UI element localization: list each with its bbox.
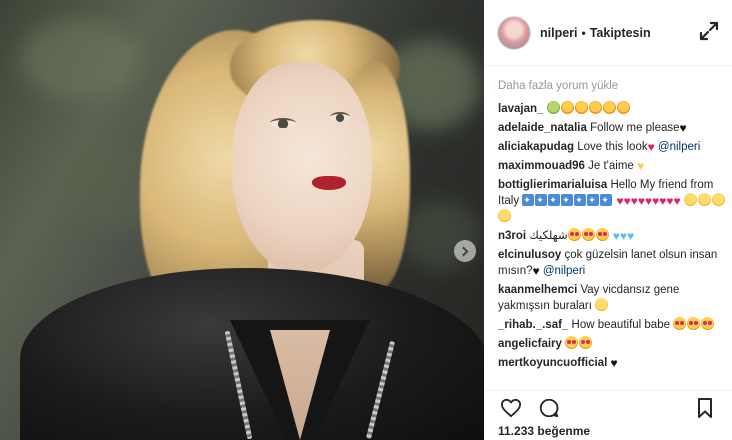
likes-count[interactable]: 11.233 beğenme: [498, 424, 590, 438]
expand-arrows-icon: [699, 21, 719, 41]
heart-eyes-emoji-icon: [565, 336, 579, 349]
italy-flag-icon: [561, 192, 574, 208]
comment-username[interactable]: angelicfairy: [498, 338, 562, 350]
comment-username[interactable]: lavajan_: [498, 103, 543, 115]
blue-heart-icon: ♥: [612, 229, 620, 243]
avatar[interactable]: [498, 16, 530, 49]
chevron-right-icon: [458, 246, 469, 256]
cat-face-emoji-icon: [588, 101, 602, 114]
nauseated-face-emoji-icon: [546, 101, 560, 114]
expand-button[interactable]: [692, 14, 726, 48]
comments-list: Daha fazla yorum yükle lavajan_ adelaide…: [498, 80, 732, 374]
italy-flag-icon: [574, 192, 587, 208]
italy-flag-icon: [535, 192, 548, 208]
comment: angelicfairy: [498, 336, 732, 352]
bookmark-icon: [698, 397, 712, 418]
red-heart-icon: ♥: [616, 194, 624, 208]
comment-mention[interactable]: @nilperi: [658, 141, 700, 153]
smiling-face-emoji-icon: [498, 209, 511, 222]
comment: adelaide_natalia Follow me please♥: [498, 120, 732, 136]
comment: n3roi شهلكيك ♥♥♥: [498, 228, 732, 244]
red-heart-icon: ♥: [630, 194, 638, 208]
comment-text: Love this look: [577, 141, 648, 153]
italy-flag-icon: [548, 192, 561, 208]
red-heart-icon: ♥: [623, 194, 631, 208]
blue-heart-icon: ♥: [627, 229, 635, 243]
heart-eyes-emoji-icon: [673, 317, 687, 330]
face: [232, 62, 372, 272]
smiling-face-emoji-icon: [683, 193, 697, 206]
post-actions: [484, 390, 732, 424]
sunglasses-face-emoji-icon: [595, 298, 609, 311]
next-photo-button[interactable]: [454, 240, 476, 262]
comment-username[interactable]: kaanmelhemci: [498, 284, 577, 296]
red-heart-icon: ♥: [659, 194, 667, 208]
comment-text: شهلكيك: [529, 230, 568, 242]
blue-heart-icon: ♥: [619, 229, 628, 243]
red-heart-icon: ♥: [637, 194, 645, 208]
comment: elcinulusoy çok güzelsin lanet olsun ins…: [498, 247, 732, 279]
background-foliage: [20, 20, 140, 100]
cat-face-emoji-icon: [560, 101, 574, 114]
heart-eyes-emoji-icon: [567, 228, 581, 241]
comment-bubble-icon: [539, 398, 559, 417]
heart-eyes-emoji-icon: [581, 228, 595, 241]
heart-eyes-emoji-icon: [687, 317, 701, 330]
header-username[interactable]: nilperi: [540, 26, 578, 40]
heart-eyes-emoji-icon: [579, 336, 593, 349]
comment: lavajan_: [498, 101, 732, 117]
smiling-face-emoji-icon: [697, 193, 711, 206]
eye: [330, 112, 350, 122]
smiling-face-emoji-icon: [711, 193, 725, 206]
heart-eyes-emoji-icon: [701, 317, 715, 330]
cat-face-emoji-icon: [574, 101, 588, 114]
comment-text: Je t'aime: [588, 160, 634, 172]
comment-username[interactable]: n3roi: [498, 230, 526, 242]
like-button[interactable]: [498, 395, 524, 421]
italy-flag-icon: [587, 192, 600, 208]
comment: mertkoyuncuofficial ♥: [498, 355, 732, 371]
comment: kaanmelhemci Vay vicdansız gene yakmışsı…: [498, 282, 732, 314]
post-photo[interactable]: [0, 0, 484, 440]
post-side-panel: nilperi • Takiptesin Daha fazla yorum yü…: [484, 0, 732, 440]
italy-flag-icon: [600, 192, 613, 208]
cat-face-emoji-icon: [616, 101, 630, 114]
red-heart-icon: ♥: [666, 194, 674, 208]
comment: _rihab._.saf_ How beautiful babe: [498, 317, 732, 333]
heart-eyes-emoji-icon: [595, 228, 609, 241]
comment-text: Follow me please: [590, 122, 680, 134]
cat-face-emoji-icon: [602, 101, 616, 114]
comment: aliciakapudag Love this look♥ @nilperi: [498, 139, 732, 155]
comment-username[interactable]: maximmouad96: [498, 160, 585, 172]
header-separator: •: [581, 25, 586, 40]
load-more-comments[interactable]: Daha fazla yorum yükle: [498, 80, 732, 92]
black-heart-icon: ♥: [532, 264, 540, 278]
comment-mention[interactable]: @nilperi: [543, 265, 585, 277]
red-heart-icon: ♥: [652, 194, 660, 208]
post-header: nilperi • Takiptesin: [484, 0, 732, 66]
eye: [270, 118, 296, 128]
comment: maximmouad96 Je t'aime ♥: [498, 158, 732, 174]
lips: [312, 176, 346, 190]
follow-status[interactable]: Takiptesin: [590, 26, 651, 40]
red-heart-icon: ♥: [673, 194, 681, 208]
heart-outline-icon: [500, 398, 521, 417]
red-heart-icon: ♥: [645, 194, 653, 208]
comment-username[interactable]: adelaide_natalia: [498, 122, 587, 134]
italy-flag-icon: [522, 192, 535, 208]
comment-username[interactable]: aliciakapudag: [498, 141, 574, 153]
comment-username[interactable]: elcinulusoy: [498, 249, 561, 261]
black-heart-icon: ♥: [679, 121, 687, 135]
save-button[interactable]: [692, 395, 718, 421]
comment-text: How beautiful babe: [571, 319, 670, 331]
black-heart-icon: ♥: [610, 356, 618, 370]
comment-button[interactable]: [536, 395, 562, 421]
comment-username[interactable]: mertkoyuncuofficial: [498, 357, 607, 369]
yellow-heart-icon: ♥: [637, 159, 645, 173]
comment-username[interactable]: bottiglierimarialuisa: [498, 179, 607, 191]
red-heart-icon: ♥: [647, 140, 655, 154]
comment: bottiglierimarialuisa Hello My friend fr…: [498, 177, 732, 225]
comment-username[interactable]: _rihab._.saf_: [498, 319, 568, 331]
